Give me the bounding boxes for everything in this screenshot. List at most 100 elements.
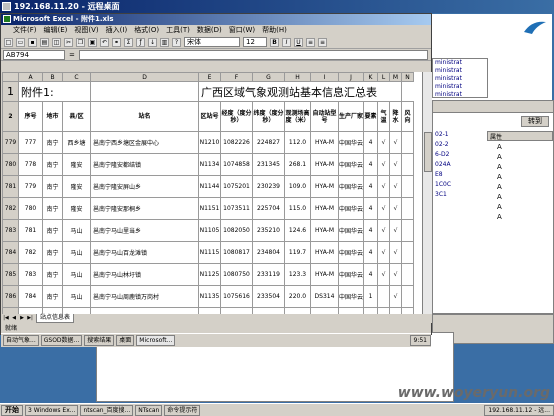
table-cell[interactable]: 1075201: [220, 175, 253, 198]
table-cell[interactable]: HYA-M: [310, 219, 339, 242]
menu-window[interactable]: 窗口(W): [229, 25, 255, 36]
table-cell[interactable]: [401, 175, 415, 198]
menu-file[interactable]: 文件(F): [13, 25, 37, 36]
table-cell[interactable]: √: [389, 175, 403, 198]
spreadsheet-grid[interactable]: A B C D E F G H I J K L M N 1 附件1: 广西区域气…: [2, 72, 422, 314]
table-cell[interactable]: 1082226: [220, 131, 253, 154]
table-cell[interactable]: 233504: [252, 285, 285, 308]
col-header[interactable]: I: [310, 72, 339, 82]
table-cell[interactable]: 4: [363, 263, 379, 286]
table-cell[interactable]: HYA-M: [310, 153, 339, 176]
row-header[interactable]: 785: [2, 263, 19, 286]
table-cell[interactable]: √: [389, 219, 403, 242]
col-header[interactable]: M: [389, 72, 403, 82]
task-button[interactable]: ntscan_百度搜...: [80, 404, 134, 416]
table-cell[interactable]: [401, 241, 415, 264]
table-cell[interactable]: [401, 285, 415, 308]
table-cell[interactable]: 西乡塘: [62, 131, 91, 154]
task-button[interactable]: GSOD数据...: [40, 335, 83, 346]
col-header[interactable]: L: [377, 72, 391, 82]
table-cell[interactable]: 南宁: [42, 175, 63, 198]
font-size-select[interactable]: 12: [243, 37, 267, 47]
column-title[interactable]: 观测场高度（米）: [284, 101, 311, 132]
attr-column-header[interactable]: 属性: [487, 131, 553, 141]
table-cell[interactable]: 234804: [252, 241, 285, 264]
col-header[interactable]: H: [284, 72, 311, 82]
first-sheet-icon[interactable]: |◀: [2, 315, 10, 322]
col-header[interactable]: D: [90, 72, 199, 82]
new-icon[interactable]: □: [4, 37, 13, 47]
column-title[interactable]: 纬度（度分秒）: [252, 101, 285, 132]
list-item[interactable]: 6-D2: [435, 151, 483, 161]
list-item[interactable]: ministrat: [433, 59, 487, 67]
col-header[interactable]: G: [252, 72, 285, 82]
autosum-icon[interactable]: Σ: [124, 37, 133, 47]
row-header[interactable]: 783: [2, 219, 19, 242]
cell[interactable]: [90, 81, 199, 102]
table-cell[interactable]: DS314: [310, 285, 339, 308]
table-cell[interactable]: 隆安: [62, 175, 91, 198]
table-cell[interactable]: 1080750: [220, 263, 253, 286]
preview-icon[interactable]: ◫: [52, 37, 61, 47]
column-title[interactable]: 序号: [18, 101, 43, 132]
table-cell[interactable]: √: [377, 241, 391, 264]
table-cell[interactable]: 马山: [62, 285, 91, 308]
table-cell[interactable]: N1135: [198, 285, 221, 308]
table-cell[interactable]: 777: [18, 131, 43, 154]
row-header[interactable]: 784: [2, 241, 19, 264]
table-cell[interactable]: 南宁: [42, 263, 63, 286]
table-cell[interactable]: 230239: [252, 175, 285, 198]
align-center-icon[interactable]: ≡: [318, 37, 327, 47]
table-cell[interactable]: N1144: [198, 175, 221, 198]
table-cell[interactable]: [377, 285, 391, 308]
table-cell[interactable]: 784: [18, 285, 43, 308]
table-cell[interactable]: 4: [363, 175, 379, 198]
table-cell[interactable]: 中国华云: [337, 285, 365, 308]
col-header[interactable]: K: [363, 72, 379, 82]
table-cell[interactable]: 4: [363, 153, 379, 176]
underline-icon[interactable]: U: [294, 37, 303, 47]
table-cell[interactable]: √: [377, 153, 391, 176]
table-cell[interactable]: 马山: [62, 241, 91, 264]
column-title[interactable]: 县/区: [62, 101, 91, 132]
table-cell[interactable]: N1210: [198, 131, 221, 154]
column-title[interactable]: 要素: [363, 101, 379, 132]
column-title[interactable]: 风向: [401, 101, 415, 132]
table-cell[interactable]: 1080817: [220, 241, 253, 264]
table-cell[interactable]: 115.0: [284, 197, 311, 220]
table-cell[interactable]: HYA-M: [310, 175, 339, 198]
table-cell[interactable]: 南宁: [42, 241, 63, 264]
column-title[interactable]: 降水: [389, 101, 403, 132]
table-cell[interactable]: 119.7: [284, 241, 311, 264]
table-cell[interactable]: 邕南宁马山林圩镇: [90, 263, 199, 286]
table-cell[interactable]: 1: [363, 285, 379, 308]
table-cell[interactable]: 779: [18, 175, 43, 198]
next-sheet-icon[interactable]: ▶: [18, 315, 26, 322]
table-cell[interactable]: 南宁: [42, 153, 63, 176]
list-item[interactable]: ministrat: [433, 83, 487, 91]
task-button[interactable]: 桌面: [116, 335, 135, 346]
table-cell[interactable]: HYA-M: [310, 197, 339, 220]
sort-icon[interactable]: ↓: [148, 37, 157, 47]
table-cell[interactable]: 220.0: [284, 285, 311, 308]
table-cell[interactable]: 225704: [252, 197, 285, 220]
table-cell[interactable]: 224827: [252, 131, 285, 154]
task-button[interactable]: NTscan: [135, 404, 163, 416]
table-cell[interactable]: HYA-M: [310, 241, 339, 264]
table-cell[interactable]: 邕南宁隆安屏山乡: [90, 175, 199, 198]
table-cell[interactable]: 中国华云: [337, 131, 365, 154]
italic-icon[interactable]: I: [282, 37, 291, 47]
table-cell[interactable]: N1151: [198, 197, 221, 220]
table-cell[interactable]: √: [377, 263, 391, 286]
list-item[interactable]: ministrat: [433, 91, 487, 99]
table-cell[interactable]: √: [389, 197, 403, 220]
col-header[interactable]: N: [401, 72, 415, 82]
menu-help[interactable]: 帮助(H): [262, 25, 287, 36]
col-header[interactable]: A: [18, 72, 43, 82]
column-title[interactable]: 生产厂家: [337, 101, 365, 132]
table-cell[interactable]: 南宁: [42, 219, 63, 242]
copy-icon[interactable]: ❐: [76, 37, 85, 47]
task-button[interactable]: 搜索结果: [84, 335, 115, 346]
col-header[interactable]: C: [62, 72, 91, 82]
sheet-title[interactable]: 广西区域气象观测站基本信息汇总表: [197, 81, 403, 102]
